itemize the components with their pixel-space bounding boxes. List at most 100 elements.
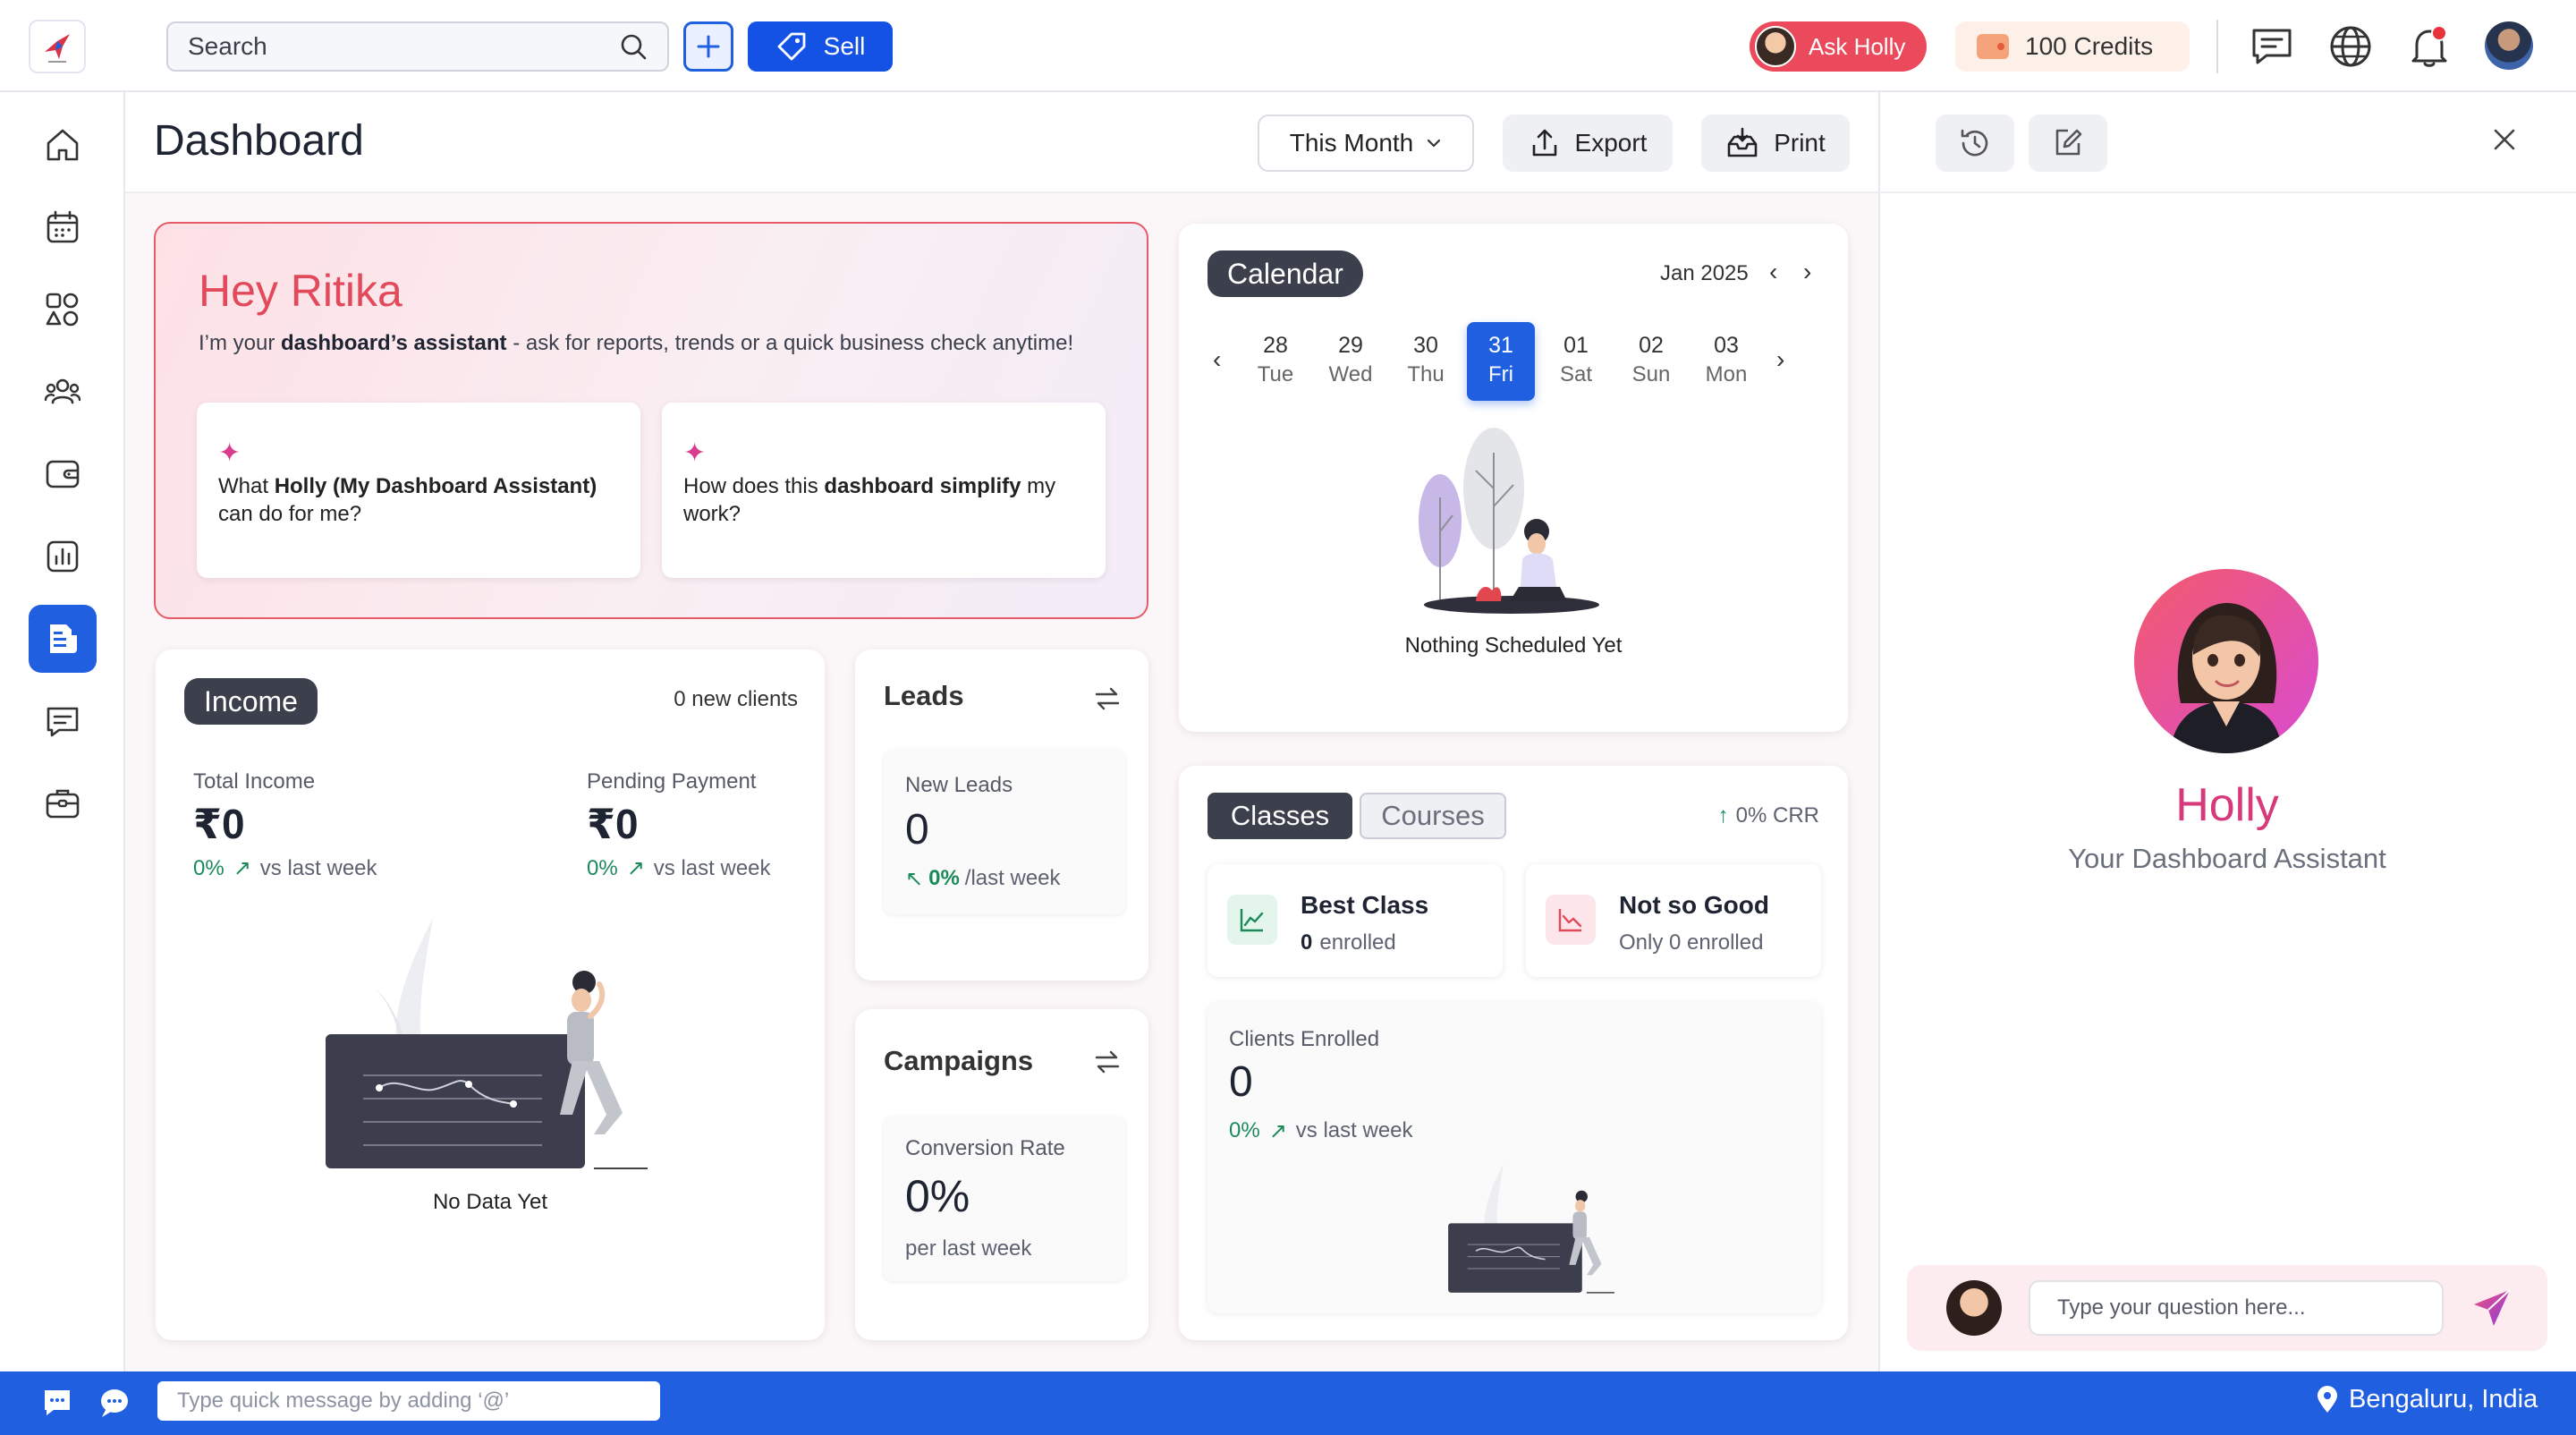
language-button[interactable]	[2326, 21, 2376, 72]
swap-icon[interactable]	[1093, 685, 1122, 712]
hero-greeting: Hey Ritika	[199, 266, 402, 316]
search-input[interactable]	[188, 32, 619, 61]
sell-button[interactable]: Sell	[748, 21, 893, 72]
worst-class-tile[interactable]: Not so Good Only 0 enrolled	[1526, 864, 1821, 977]
tab-courses[interactable]: Courses	[1360, 793, 1506, 839]
prompt-text-bold: Holly (My Dashboard Assistant)	[274, 474, 597, 498]
search-icon[interactable]	[619, 32, 648, 61]
best-class-tile[interactable]: Best Class 0 enrolled	[1208, 864, 1503, 977]
sparkle-icon: ✦	[683, 438, 707, 468]
calendar-day[interactable]: 29 Wed	[1317, 322, 1385, 401]
prompt-card-dashboard[interactable]: ✦ How does this dashboard simplify my wo…	[662, 403, 1106, 578]
assistant-question-input[interactable]	[2029, 1280, 2444, 1336]
pending-payment-label: Pending Payment	[587, 769, 757, 794]
hero-subtitle-bold: dashboard’s assistant	[281, 331, 507, 355]
calendar-day-name: Fri	[1488, 362, 1513, 386]
briefcase-icon	[46, 789, 80, 819]
messages-button[interactable]	[2247, 21, 2297, 72]
tag-icon	[777, 32, 806, 61]
send-icon[interactable]	[2470, 1286, 2513, 1329]
quick-message-input[interactable]	[157, 1381, 660, 1421]
no-data-illustration	[1448, 1163, 1614, 1294]
messages-bubble-icon[interactable]	[97, 1385, 132, 1421]
sidebar-item-reports[interactable]	[29, 605, 97, 673]
analytics-icon	[47, 540, 79, 573]
calendar-day[interactable]: 03 Mon	[1692, 322, 1760, 401]
clients-enrolled-tile: Clients Enrolled 0 0% ↗ vs last week	[1208, 1002, 1821, 1313]
calendar-day-number: 03	[1714, 333, 1739, 358]
close-icon	[2494, 129, 2515, 150]
new-leads-change-suffix: /last week	[964, 866, 1061, 890]
wallet-icon	[1977, 34, 2009, 59]
hero-subtitle-pre: I’m your	[199, 331, 282, 355]
calendar-day-number: 01	[1563, 333, 1589, 358]
page-title: Dashboard	[154, 117, 364, 165]
calendar-title: Calendar	[1208, 250, 1363, 297]
ask-holly-button[interactable]: Ask Holly	[1750, 21, 1927, 72]
chevron-down-icon	[1428, 139, 1441, 148]
calendar-icon	[47, 210, 79, 243]
export-button[interactable]: Export	[1503, 115, 1673, 172]
sidebar-item-clients[interactable]	[29, 358, 97, 426]
reports-icon	[50, 624, 77, 653]
sidebar-item-payments[interactable]	[29, 440, 97, 508]
sidebar-item-home[interactable]	[29, 111, 97, 179]
sell-button-label: Sell	[823, 32, 866, 60]
header-divider	[125, 191, 1878, 193]
calendar-day-selected[interactable]: 31 Fri	[1467, 322, 1535, 401]
calendar-day[interactable]: 01 Sat	[1542, 322, 1610, 401]
location-indicator[interactable]: Bengaluru, India	[2315, 1385, 2538, 1414]
sidebar-item-calendar[interactable]	[29, 193, 97, 261]
chat-bubble-icon[interactable]	[39, 1385, 75, 1421]
campaigns-title: Campaigns	[884, 1045, 1034, 1076]
arrow-up-icon: ↑	[1717, 803, 1729, 828]
calendar-day[interactable]: 30 Thu	[1392, 322, 1460, 401]
total-income-value: ₹0	[193, 801, 245, 847]
search-box[interactable]	[166, 21, 669, 72]
worst-class-title: Not so Good	[1619, 891, 1769, 919]
sidebar-item-business[interactable]	[29, 769, 97, 837]
clients-enrolled-label: Clients Enrolled	[1229, 1027, 1380, 1051]
week-prev-chevron-icon[interactable]: ‹	[1213, 345, 1221, 374]
tab-classes[interactable]: Classes	[1208, 793, 1352, 839]
new-chat-button[interactable]	[2029, 115, 2107, 172]
print-button[interactable]: Print	[1701, 115, 1850, 172]
month-prev-chevron-icon[interactable]: ‹	[1769, 258, 1777, 286]
trend-down-icon	[1546, 895, 1596, 945]
new-leads-value: 0	[905, 806, 929, 853]
apps-icon	[46, 293, 79, 327]
leads-title: Leads	[884, 680, 964, 711]
holly-subtitle: Your Dashboard Assistant	[2068, 843, 2386, 874]
arrow-up-left-icon: ↖	[905, 867, 924, 891]
total-change-suffix: vs last week	[259, 855, 377, 880]
bird-logo-icon	[45, 34, 70, 63]
sidebar-item-messages[interactable]	[29, 687, 97, 755]
holly-name: Holly	[2175, 779, 2279, 831]
globe-icon	[2330, 26, 2371, 67]
close-panel-button[interactable]	[2490, 125, 2519, 158]
best-class-suffix: enrolled	[1319, 930, 1396, 955]
credits-badge[interactable]: 100 Credits	[1955, 21, 2190, 72]
period-dropdown[interactable]: This Month	[1258, 115, 1474, 172]
arrow-up-right-icon: ↗	[626, 856, 645, 880]
swap-icon[interactable]	[1093, 1049, 1122, 1075]
prompt-card-holly[interactable]: ✦ What Holly (My Dashboard Assistant) ca…	[197, 403, 640, 578]
month-next-chevron-icon[interactable]: ›	[1803, 258, 1811, 286]
prompt-text-pre: What	[218, 474, 275, 498]
app-logo[interactable]	[29, 20, 86, 73]
history-button[interactable]	[1936, 115, 2014, 172]
clients-change-value: 0%	[1229, 1118, 1260, 1142]
user-avatar[interactable]	[2485, 21, 2533, 70]
sidebar-item-analytics[interactable]	[29, 522, 97, 590]
week-next-chevron-icon[interactable]: ›	[1776, 345, 1784, 374]
add-button[interactable]	[683, 21, 733, 72]
calendar-day[interactable]: 28 Tue	[1241, 322, 1309, 401]
calendar-day-number: 31	[1488, 333, 1513, 358]
sidebar-item-apps[interactable]	[29, 276, 97, 344]
notifications-button[interactable]	[2404, 21, 2454, 72]
clients-change-suffix: vs last week	[1295, 1118, 1413, 1142]
calendar-day[interactable]: 02 Sun	[1617, 322, 1685, 401]
home-icon	[47, 129, 79, 161]
calendar-month-label: Jan 2025	[1660, 261, 1749, 285]
period-dropdown-label: This Month	[1289, 129, 1414, 157]
